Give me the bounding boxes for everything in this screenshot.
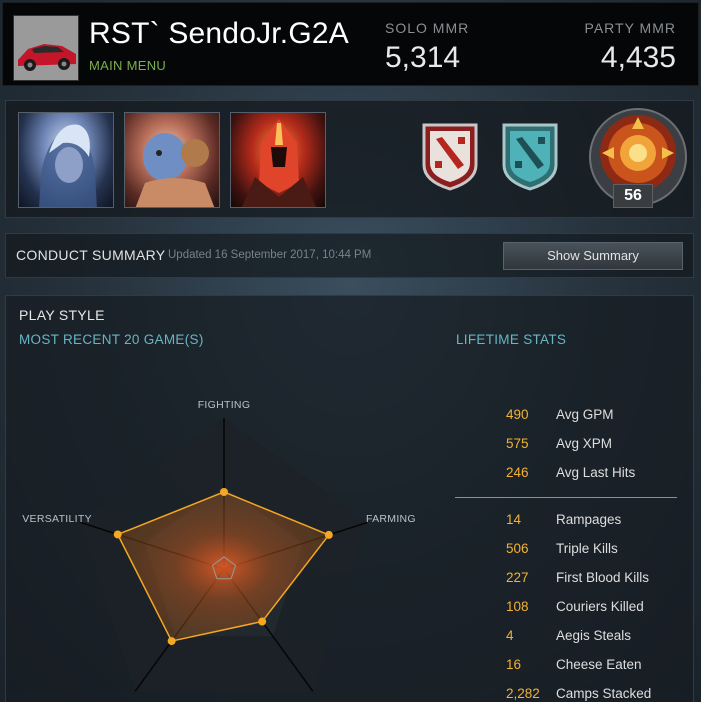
average-stat-label: Avg GPM [556,407,614,422]
play-style-radar-chart: FIGHTINGFARMINGSUPPORTINGPUSHINGVERSATIL… [22,399,416,702]
lifetime-stat-label: Rampages [556,512,622,527]
show-summary-button[interactable]: Show Summary [503,242,683,270]
player-status: MAIN MENU [89,58,167,73]
solo-mmr-value: 5,314 [385,41,461,74]
lifetime-stat-label: Camps Stacked [556,686,652,701]
lifetime-stat-value: 16 [506,657,522,672]
average-stat-value: 575 [506,436,529,451]
play-style-panel: PLAY STYLE MOST RECENT 20 GAME(S) LIFETI… [5,295,694,702]
dota-badge-teal-icon[interactable] [500,119,560,191]
lifetime-stats-label: LIFETIME STATS [456,332,567,347]
lifetime-stat-value: 227 [506,570,529,585]
hero-portrait-drow-ranger[interactable] [18,112,114,208]
dragon-knight-portrait-icon [241,119,317,207]
hero-portrait-dragon-knight[interactable] [230,112,326,208]
lifetime-stat-label: Aegis Steals [556,628,632,643]
drow-ranger-portrait-icon [39,124,97,207]
party-mmr-label: PARTY MMR [584,20,676,36]
radar-point-farming [324,530,333,539]
radar-axis-label-farming: FARMING [366,513,416,525]
lifetime-stat-label: First Blood Kills [556,570,650,585]
conduct-summary-title: CONDUCT SUMMARY [16,247,166,263]
solo-mmr-label: SOLO MMR [385,20,470,36]
party-mmr-value: 4,435 [600,41,676,74]
radar-axis-label-versatility: VERSATILITY [22,513,92,525]
hero-portrait-ogre-magi[interactable] [124,112,220,208]
stats-divider [455,497,677,498]
lifetime-stat-label: Couriers Killed [556,599,644,614]
lifetime-stat-value: 108 [506,599,529,614]
dota-badge-red-icon[interactable] [420,119,480,191]
conduct-updated-timestamp: Updated 16 September 2017, 10:44 PM [168,249,372,261]
lifetime-stat-value: 506 [506,541,529,556]
average-stat-value: 490 [506,407,529,422]
player-avatar[interactable] [13,15,79,81]
player-name: RST` SendoJr.G2A [89,17,349,50]
lifetime-stat-value: 14 [506,512,522,527]
radar-point-versatility [113,530,122,539]
radar-axis-label-fighting: FIGHTING [198,399,251,411]
lifetime-stat-label: Triple Kills [556,541,618,556]
average-stat-value: 246 [506,465,529,480]
lifetime-stat-label: Cheese Eaten [556,657,642,672]
featured-heroes-panel [5,100,694,218]
sports-car-icon [14,16,78,80]
average-stat-label: Avg XPM [556,436,613,451]
ogre-magi-portrait-icon [135,133,215,207]
average-stat-label: Avg Last Hits [556,465,636,480]
radar-point-fighting [220,487,228,496]
lifetime-stat-value: 4 [506,628,514,643]
radar-point-supporting [258,617,267,626]
conduct-summary-panel: CONDUCT SUMMARY Updated 16 September 201… [5,233,694,278]
radar-point-pushing [167,637,176,646]
player-level-badge: 56 [613,184,653,208]
lifetime-stat-value: 2,282 [506,686,540,701]
profile-header: RST` SendoJr.G2A MAIN MENU SOLO MMR 5,31… [2,2,699,86]
